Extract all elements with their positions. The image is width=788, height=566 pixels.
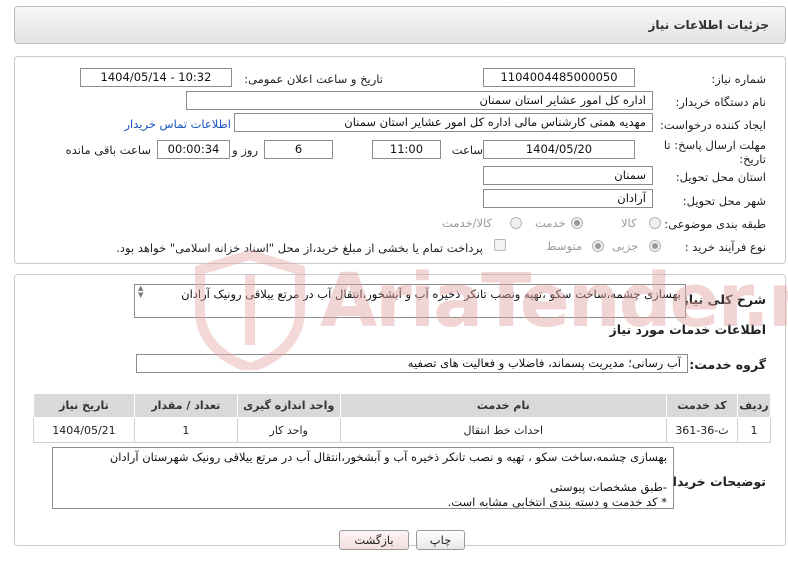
summary-textarea[interactable]: بهسازی چشمه،ساخت سکو ،تهیه ونصب تانکر ذخ…: [134, 284, 686, 318]
page-header: جزئیات اطلاعات نیاز: [14, 6, 786, 44]
col-date: تاریخ نیاز: [33, 393, 135, 418]
buyer-notes-line1: بهسازی چشمه،ساخت سکو ، تهیه و نصب تانکر …: [109, 450, 667, 464]
category-label: طبقه بندی موضوعی:: [664, 217, 766, 231]
buyer-notes-line3: * کد خدمت و دسته بندی انتخابی مشابه است.: [447, 495, 667, 509]
treasury-payment-note: پرداخت تمام یا بخشی از مبلغ خرید،از محل …: [116, 241, 483, 255]
deadline-time-label: ساعت: [451, 143, 483, 157]
requester-field: مهدیه همتی کارشناس مالی اداره کل امور عش…: [234, 113, 653, 132]
deadline-label-line1: مهلت ارسال پاسخ: تا: [663, 138, 766, 152]
print-button[interactable]: چاپ: [416, 530, 465, 550]
col-unit: واحد اندازه گیری: [236, 393, 341, 418]
category-radio-goods-service[interactable]: [510, 217, 522, 229]
process-option-medium: متوسط: [546, 239, 583, 253]
buyer-notes-textarea[interactable]: بهسازی چشمه،ساخت سکو ، تهیه و نصب تانکر …: [52, 447, 674, 509]
back-button[interactable]: بازگشت: [339, 530, 409, 550]
summary-label: شرح کلی نیاز:: [676, 292, 766, 307]
category-radio-goods[interactable]: [649, 217, 661, 229]
services-section-title: اطلاعات خدمات مورد نیاز: [609, 322, 767, 337]
cell-service-code: ث-36-361: [666, 417, 738, 443]
remaining-days-field: 6: [264, 140, 333, 159]
cell-qty: 1: [133, 417, 238, 443]
table-row: 1404/05/21 1 واحد کار احداث خط انتقال ث-…: [33, 417, 772, 443]
treasury-payment-checkbox[interactable]: [494, 239, 506, 251]
col-row: ردیف: [736, 393, 772, 418]
buyer-notes-label: توضیحات خریدار:: [660, 474, 766, 489]
need-number-field: 1104004485000050: [483, 68, 635, 87]
announce-datetime-field: 1404/05/14 - 10:32: [80, 68, 232, 87]
announce-label: تاریخ و ساعت اعلان عمومی:: [244, 72, 383, 86]
service-group-field: آب رسانی؛ مدیریت پسماند، فاضلاب و فعالیت…: [136, 354, 688, 373]
cell-unit: واحد کار: [236, 417, 341, 443]
scroll-arrows-icon[interactable]: ▲ ▼: [138, 285, 143, 299]
province-label: استان محل تحویل:: [675, 170, 766, 184]
need-info-panel: [14, 56, 786, 264]
need-number-label: شماره نیاز:: [711, 72, 766, 86]
process-option-minor: جزیی: [612, 239, 639, 253]
page-title: جزئیات اطلاعات نیاز: [648, 18, 769, 32]
buyer-notes-line2: -طبق مشخصات پیوستی: [549, 480, 667, 494]
services-table: تاریخ نیاز تعداد / مقدار واحد اندازه گیر…: [33, 393, 772, 443]
col-qty: تعداد / مقدار: [133, 393, 238, 418]
category-option-goods-service: کالا/خدمت: [442, 216, 493, 230]
buyer-org-field: اداره کل امور عشایر استان سمنان: [186, 91, 653, 110]
cell-row: 1: [736, 417, 772, 443]
remaining-time-field: 00:00:34: [157, 140, 230, 159]
city-field: آرادان: [483, 189, 653, 208]
summary-text: بهسازی چشمه،ساخت سکو ،تهیه ونصب تانکر ذخ…: [181, 287, 681, 301]
days-label: روز و: [232, 143, 258, 157]
city-label: شهر محل تحویل:: [682, 194, 766, 208]
process-radio-medium[interactable]: [592, 240, 604, 252]
buyer-contact-link[interactable]: اطلاعات تماس خریدار: [124, 117, 231, 131]
col-service-name: نام خدمت: [339, 393, 668, 418]
deadline-date-field: 1404/05/20: [483, 140, 635, 159]
province-field: سمنان: [483, 166, 653, 185]
cell-date: 1404/05/21: [33, 417, 135, 443]
cell-service-name: احداث خط انتقال: [339, 417, 668, 443]
category-option-goods: کالا: [621, 216, 637, 230]
remaining-label: ساعت باقی مانده: [65, 143, 151, 157]
services-table-header: تاریخ نیاز تعداد / مقدار واحد اندازه گیر…: [33, 393, 772, 418]
process-label: نوع فرآیند خرید :: [684, 240, 766, 254]
service-group-label: گروه خدمت:: [689, 357, 766, 372]
col-service-code: کد خدمت: [666, 393, 738, 418]
process-radio-minor[interactable]: [649, 240, 661, 252]
deadline-label-line2: تاریخ:: [739, 152, 766, 166]
buyer-org-label: نام دستگاه خریدار:: [675, 95, 766, 109]
requester-label: ایجاد کننده درخواست:: [660, 118, 766, 132]
category-radio-service[interactable]: [571, 217, 583, 229]
deadline-time-field: 11:00: [372, 140, 441, 159]
category-option-service: خدمت: [535, 216, 566, 230]
